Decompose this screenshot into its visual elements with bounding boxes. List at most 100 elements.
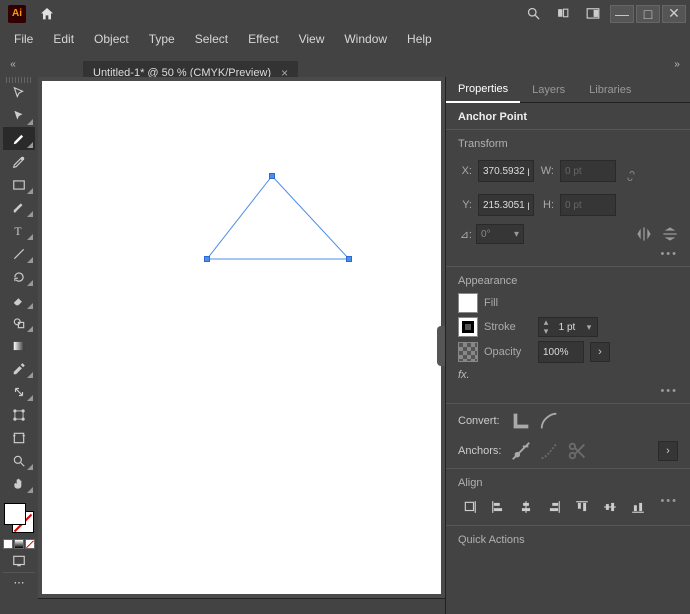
canvas-area[interactable] <box>38 77 445 598</box>
stroke-weight-input[interactable]: ▴▾ 1 pt ▾ <box>538 317 598 337</box>
shape-builder-tool[interactable] <box>3 311 35 334</box>
y-input[interactable] <box>478 194 534 216</box>
align-bottom-icon[interactable] <box>626 495 650 519</box>
x-label: X: <box>458 165 472 177</box>
app-logo: Ai <box>8 5 26 23</box>
zoom-tool[interactable] <box>3 449 35 472</box>
eraser-tool[interactable] <box>3 288 35 311</box>
align-title: Align <box>458 477 678 489</box>
fx-button[interactable]: fx. <box>458 369 678 381</box>
minimize-button[interactable]: — <box>610 5 634 23</box>
rectangle-tool[interactable] <box>3 173 35 196</box>
selection-tool[interactable] <box>3 81 35 104</box>
flip-vertical-icon[interactable] <box>662 226 678 242</box>
w-input <box>560 160 616 182</box>
align-row: ••• <box>458 495 678 519</box>
h-input <box>560 194 616 216</box>
menu-help[interactable]: Help <box>397 30 442 48</box>
direct-selection-tool[interactable] <box>3 104 35 127</box>
menu-object[interactable]: Object <box>84 30 139 48</box>
quick-actions-title: Quick Actions <box>458 534 678 546</box>
color-mode-solid[interactable] <box>3 539 13 549</box>
align-more-icon[interactable]: ••• <box>660 495 678 519</box>
close-button[interactable]: ✕ <box>662 5 686 23</box>
stroke-label: Stroke <box>484 321 532 333</box>
menu-view[interactable]: View <box>289 30 335 48</box>
menu-file[interactable]: File <box>4 30 43 48</box>
constrain-proportions-icon[interactable] <box>622 156 640 196</box>
tab-layers[interactable]: Layers <box>520 78 577 102</box>
cut-path-icon <box>566 440 588 462</box>
artboard-tool[interactable] <box>3 426 35 449</box>
rotate-label: ⊿: <box>458 228 472 241</box>
align-left-icon[interactable] <box>486 495 510 519</box>
x-input[interactable] <box>478 160 534 182</box>
fill-swatch-button[interactable] <box>458 293 478 313</box>
anchor-point[interactable] <box>204 256 210 262</box>
collapse-right-icon[interactable]: » <box>670 59 684 77</box>
transform-more-icon[interactable]: ••• <box>458 248 678 260</box>
flip-horizontal-icon[interactable] <box>636 226 652 242</box>
scale-tool[interactable] <box>3 380 35 403</box>
fill-label: Fill <box>484 297 532 309</box>
tab-properties[interactable]: Properties <box>446 77 520 103</box>
hand-tool[interactable] <box>3 472 35 495</box>
menu-window[interactable]: Window <box>334 30 397 48</box>
align-to-button[interactable] <box>458 495 482 519</box>
remove-anchor-icon[interactable] <box>510 440 532 462</box>
anchor-point[interactable] <box>269 173 275 179</box>
appearance-more-icon[interactable]: ••• <box>458 385 678 397</box>
home-button[interactable] <box>36 3 58 25</box>
artboard[interactable] <box>42 81 441 594</box>
color-mode-gradient[interactable] <box>14 539 24 549</box>
type-tool[interactable]: T <box>3 219 35 242</box>
eyedropper-tool[interactable] <box>3 357 35 380</box>
align-hcenter-icon[interactable] <box>514 495 538 519</box>
rotate-input[interactable]: 0° <box>476 224 524 244</box>
rotate-tool[interactable] <box>3 265 35 288</box>
menu-effect[interactable]: Effect <box>238 30 288 48</box>
menu-edit[interactable]: Edit <box>43 30 84 48</box>
collapse-left-icon[interactable]: « <box>6 59 20 77</box>
anchors-label: Anchors: <box>458 445 504 457</box>
title-bar: Ai — □ ✕ <box>0 0 690 27</box>
fill-swatch[interactable] <box>4 503 26 525</box>
anchors-more-icon[interactable]: › <box>658 441 678 461</box>
path-shape[interactable] <box>42 81 441 594</box>
stroke-swatch-button[interactable] <box>458 317 478 337</box>
tab-libraries[interactable]: Libraries <box>577 78 643 102</box>
free-transform-tool[interactable] <box>3 403 35 426</box>
opacity-input[interactable] <box>538 341 584 363</box>
connect-anchor-icon <box>538 440 560 462</box>
menu-type[interactable]: Type <box>139 30 185 48</box>
align-right-icon[interactable] <box>542 495 566 519</box>
curvature-tool[interactable] <box>3 150 35 173</box>
search-icon[interactable] <box>518 3 548 25</box>
opacity-more-icon[interactable]: › <box>590 342 610 362</box>
convert-label: Convert: <box>458 415 504 427</box>
color-mode-none[interactable] <box>25 539 35 549</box>
convert-smooth-icon[interactable] <box>538 410 560 432</box>
menu-select[interactable]: Select <box>185 30 238 48</box>
opacity-swatch[interactable] <box>458 342 478 362</box>
align-vcenter-icon[interactable] <box>598 495 622 519</box>
gradient-tool[interactable] <box>3 334 35 357</box>
menu-bar: File Edit Object Type Select Effect View… <box>0 27 690 51</box>
anchor-point[interactable] <box>346 256 352 262</box>
status-bar <box>38 598 445 614</box>
fill-stroke-swatch[interactable] <box>2 501 36 535</box>
line-segment-tool[interactable] <box>3 242 35 265</box>
convert-corner-icon[interactable] <box>510 410 532 432</box>
w-label: W: <box>540 165 554 177</box>
screen-mode-tool[interactable] <box>3 549 35 572</box>
panel-collapse-handle[interactable] <box>437 326 445 366</box>
align-top-icon[interactable] <box>570 495 594 519</box>
y-label: Y: <box>458 199 472 211</box>
edit-toolbar-button[interactable]: ⋯ <box>3 572 35 592</box>
pen-tool[interactable] <box>3 127 35 150</box>
paintbrush-tool[interactable] <box>3 196 35 219</box>
arrange-documents-icon[interactable] <box>548 3 578 25</box>
maximize-button[interactable]: □ <box>636 5 660 23</box>
transform-title: Transform <box>458 138 678 150</box>
workspace-switcher-icon[interactable] <box>578 3 608 25</box>
